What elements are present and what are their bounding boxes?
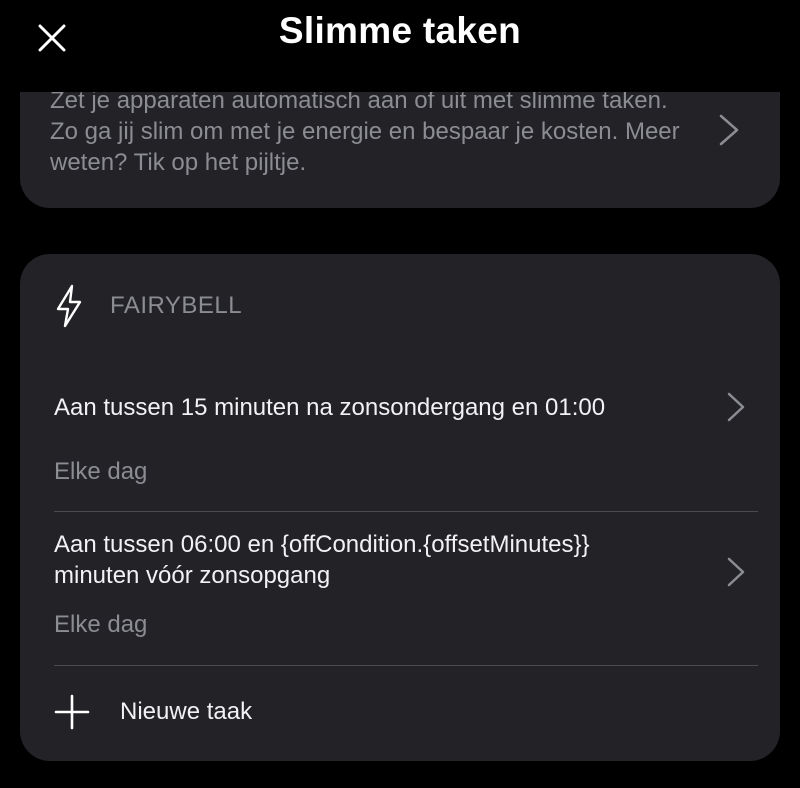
task-title: Aan tussen 15 minuten na zonsondergang e… bbox=[54, 394, 606, 421]
new-task-button[interactable]: Nieuwe taak bbox=[54, 694, 252, 730]
info-text: Zet je apparaten automatisch aan of uit … bbox=[50, 87, 680, 176]
plus-icon bbox=[54, 694, 90, 730]
task-item-1[interactable]: Aan tussen 15 minuten na zonsondergang e… bbox=[20, 374, 780, 509]
device-header: FAIRYBELL bbox=[54, 284, 242, 328]
new-task-label: Nieuwe taak bbox=[120, 698, 253, 725]
task-schedule: Elke dag bbox=[54, 458, 148, 485]
divider bbox=[54, 665, 758, 666]
chevron-right-icon bbox=[727, 557, 745, 587]
device-name: FAIRYBELL bbox=[110, 292, 243, 319]
lightning-icon bbox=[56, 284, 82, 328]
task-title: Aan tussen 06:00 en {offCondition.{offse… bbox=[54, 531, 590, 589]
device-card: FAIRYBELL Aan tussen 15 minuten na zonso… bbox=[20, 254, 780, 761]
task-schedule: Elke dag bbox=[54, 611, 148, 638]
app-header: Slimme taken bbox=[0, 0, 800, 92]
chevron-right-icon bbox=[719, 114, 739, 146]
chevron-right-icon bbox=[727, 392, 745, 422]
task-item-2[interactable]: Aan tussen 06:00 en {offCondition.{offse… bbox=[20, 512, 780, 664]
page-title: Slimme taken bbox=[278, 10, 522, 51]
